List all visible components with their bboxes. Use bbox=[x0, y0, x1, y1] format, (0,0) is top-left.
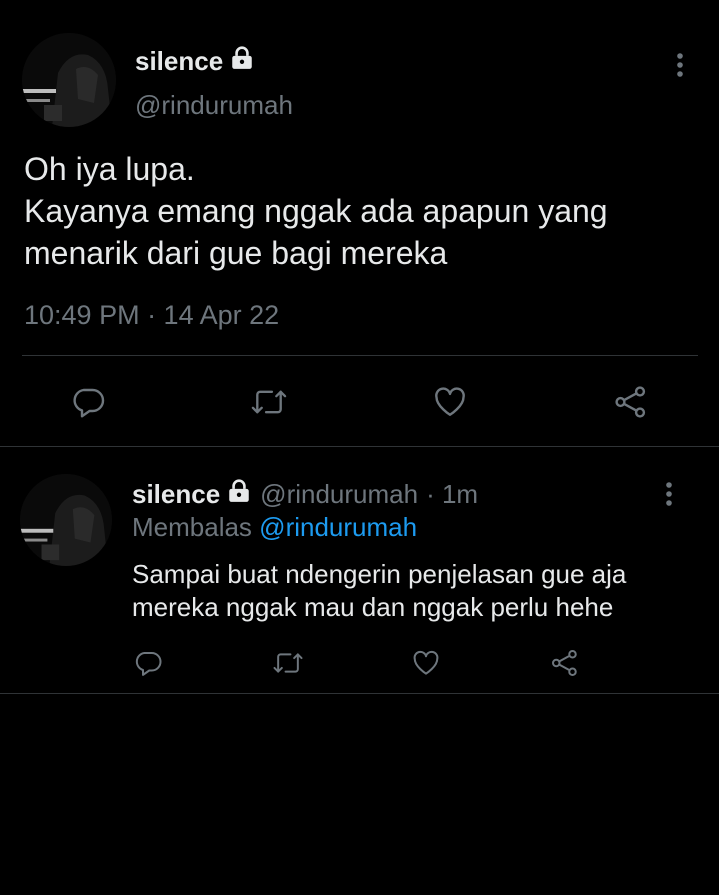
replying-to: Membalas @rindurumah bbox=[132, 512, 417, 543]
retweet-button[interactable] bbox=[250, 384, 288, 420]
avatar[interactable] bbox=[20, 474, 112, 566]
share-button[interactable] bbox=[549, 648, 581, 678]
replying-to-link[interactable]: @rindurumah bbox=[259, 512, 417, 542]
share-icon bbox=[612, 384, 650, 420]
author-name[interactable]: silence bbox=[135, 46, 223, 77]
like-button[interactable] bbox=[411, 648, 441, 678]
tweet-age: · 1m bbox=[426, 478, 479, 509]
tweet-text-line: mereka nggak mau dan nggak perlu hehe bbox=[132, 592, 614, 622]
share-icon bbox=[549, 648, 581, 678]
author-handle[interactable]: @rindurumah bbox=[260, 479, 418, 510]
tweet-timestamp[interactable]: 10:49 PM · 14 Apr 22 bbox=[24, 300, 279, 331]
divider bbox=[0, 446, 719, 447]
tweet-text: Sampai buat ndengerin penjelasan gue aja… bbox=[132, 558, 626, 624]
reply-icon bbox=[70, 384, 106, 420]
replying-prefix: Membalas bbox=[132, 512, 252, 542]
tweet-text-line: Oh iya lupa. bbox=[24, 151, 195, 187]
like-button[interactable] bbox=[432, 384, 468, 420]
like-icon bbox=[432, 384, 468, 420]
retweet-icon bbox=[272, 648, 304, 678]
tweet-text-line: Kayanya emang nggak ada apapun yang bbox=[24, 193, 608, 229]
share-button[interactable] bbox=[612, 384, 650, 420]
author-handle[interactable]: @rindurumah bbox=[135, 90, 293, 121]
tweet-text-line: Sampai buat ndengerin penjelasan gue aja bbox=[132, 559, 627, 589]
more-options-icon[interactable] bbox=[670, 52, 690, 78]
tweet-text: Oh iya lupa. Kayanya emang nggak ada apa… bbox=[24, 148, 608, 274]
like-icon bbox=[411, 648, 441, 678]
retweet-button[interactable] bbox=[272, 648, 304, 678]
retweet-icon bbox=[250, 384, 288, 420]
reply-button[interactable] bbox=[70, 384, 106, 420]
divider bbox=[22, 355, 698, 356]
reply-icon bbox=[133, 648, 163, 678]
avatar[interactable] bbox=[22, 33, 116, 127]
more-options-icon[interactable] bbox=[659, 481, 679, 507]
lock-icon bbox=[226, 478, 252, 511]
reply-button[interactable] bbox=[133, 648, 163, 678]
lock-icon bbox=[229, 45, 255, 78]
divider bbox=[0, 693, 719, 694]
author-name[interactable]: silence bbox=[132, 479, 220, 510]
tweet-text-line: menarik dari gue bagi mereka bbox=[24, 235, 448, 271]
